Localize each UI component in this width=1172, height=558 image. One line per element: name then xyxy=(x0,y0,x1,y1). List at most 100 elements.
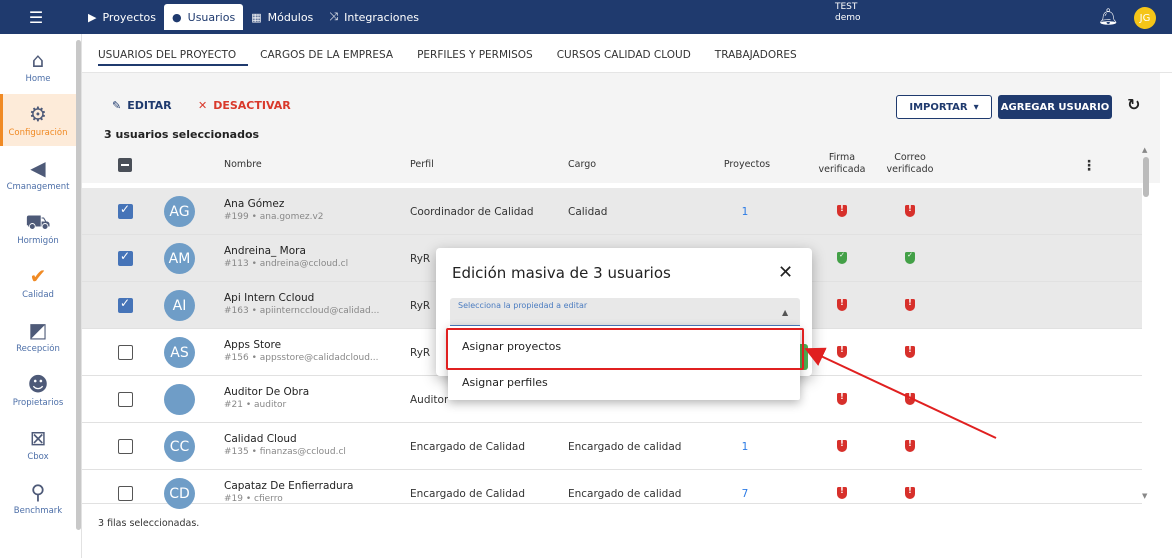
close-icon[interactable]: ✕ xyxy=(778,262,793,283)
col-correo[interactable]: Correo verificado xyxy=(880,152,940,176)
dialog-title: Edición masiva de 3 usuarios xyxy=(452,264,671,282)
tab-cursos-calidad-cloud[interactable]: CURSOS CALIDAD CLOUD xyxy=(545,44,703,66)
bell-icon[interactable]: 🔔︎ xyxy=(1098,7,1118,26)
row-checkbox[interactable] xyxy=(118,202,133,219)
table-scrollbar[interactable] xyxy=(1143,157,1149,197)
user-name: Andreina_ Mora xyxy=(224,245,306,257)
caret-up-icon: ▲ xyxy=(782,308,789,317)
table-row[interactable]: AG Ana Gómez #199 • ana.gomez.v2 Coordin… xyxy=(82,188,1142,235)
col-cargo[interactable]: Cargo xyxy=(568,159,596,171)
more-vert-icon[interactable]: ⋮ xyxy=(1082,158,1096,174)
row-checkbox[interactable] xyxy=(118,392,133,407)
sidebar-item-recepcion[interactable]: ◩ Recepción xyxy=(0,310,76,362)
tab-bar: USUARIOS DEL PROYECTO CARGOS DE LA EMPRE… xyxy=(98,44,809,72)
top-nav: ▶ Proyectos ● Usuarios ▦ Módulos ⤨ Integ… xyxy=(80,4,427,30)
caret-down-icon: ▾ xyxy=(973,101,979,113)
folder-icon: ▶ xyxy=(88,10,97,24)
grid-icon: ▦ xyxy=(251,10,262,24)
user-profile: RyR xyxy=(410,300,431,312)
user-name: Ana Gómez xyxy=(224,198,285,210)
user-profile: Encargado de Calidad xyxy=(410,488,525,500)
row-checkbox[interactable] xyxy=(118,296,133,313)
signature-unverified-icon xyxy=(837,345,847,358)
refresh-icon[interactable]: ↻ xyxy=(1127,95,1140,114)
top-bar: ☰ ▶ Proyectos ● Usuarios ▦ Módulos ⤨ Int… xyxy=(0,0,1172,34)
signature-unverified-icon xyxy=(837,486,847,499)
sidebar-item-home[interactable]: ⌂ Home xyxy=(0,40,76,92)
selected-count: 3 usuarios seleccionados xyxy=(104,128,260,141)
signature-unverified-icon xyxy=(837,298,847,311)
row-checkbox[interactable] xyxy=(118,249,133,266)
avatar: AI xyxy=(164,290,195,321)
user-sub: #156 • appsstore@calidadcloud... xyxy=(224,353,379,363)
check-chevron-icon: ✔ xyxy=(29,263,47,288)
cbox-icon: ⊠ xyxy=(29,425,47,450)
col-perfil[interactable]: Perfil xyxy=(410,159,434,171)
col-nombre[interactable]: Nombre xyxy=(224,159,262,171)
sidebar-item-propietarios[interactable]: ☻ Propietarios xyxy=(0,364,76,416)
table-row[interactable]: CC Calidad Cloud #135 • finanzas@ccloud.… xyxy=(82,423,1142,470)
avatar: AG xyxy=(164,196,195,227)
import-button[interactable]: IMPORTAR ▾ xyxy=(896,95,992,119)
sidebar-item-benchmark[interactable]: ⚲ Benchmark xyxy=(0,472,76,524)
avatar: CD xyxy=(164,478,195,509)
topnav-modulos[interactable]: ▦ Módulos xyxy=(243,4,321,30)
rows-selected-footer: 3 filas seleccionadas. xyxy=(98,518,200,529)
user-role: Calidad xyxy=(568,206,608,218)
project-count[interactable]: 1 xyxy=(732,441,758,453)
user-sub: #163 • apiinternccloud@calidad... xyxy=(224,306,380,316)
select-all-checkbox[interactable] xyxy=(118,158,132,172)
scroll-up-icon[interactable]: ▲ xyxy=(1142,146,1147,154)
project-count[interactable]: 7 xyxy=(732,488,758,500)
cmanagement-icon: ◀ xyxy=(30,155,46,180)
user-profile: RyR xyxy=(410,347,431,359)
sidebar-item-cbox[interactable]: ⊠ Cbox xyxy=(0,418,76,470)
wheelbarrow-icon: ⛟ xyxy=(25,209,51,234)
sidebar-item-configuracion[interactable]: ⚙ Configuración xyxy=(0,94,76,146)
topnav-usuarios[interactable]: ● Usuarios xyxy=(164,4,244,30)
select-label: Selecciona la propiedad a editar xyxy=(458,301,588,310)
topnav-proyectos[interactable]: ▶ Proyectos xyxy=(80,4,164,30)
email-unverified-icon xyxy=(905,298,915,311)
scroll-down-icon[interactable]: ▼ xyxy=(1142,492,1147,500)
project-sub: demo xyxy=(835,13,861,23)
user-name: Api Intern Ccloud xyxy=(224,292,315,304)
user-sub: #135 • finanzas@ccloud.cl xyxy=(224,447,346,457)
user-profile: Auditor xyxy=(410,394,449,406)
tab-usuarios-del-proyecto[interactable]: USUARIOS DEL PROYECTO xyxy=(98,44,249,66)
sidebar-item-hormigon[interactable]: ⛟ Hormigón xyxy=(0,202,76,254)
add-user-button[interactable]: AGREGAR USUARIO xyxy=(998,95,1112,119)
row-checkbox[interactable] xyxy=(118,345,133,360)
edit-button[interactable]: ✎ EDITAR xyxy=(112,99,172,112)
user-profile: RyR xyxy=(410,253,431,265)
owner-icon: ☻ xyxy=(27,371,49,396)
project-count[interactable]: 1 xyxy=(732,206,758,218)
deactivate-button[interactable]: ✕ DESACTIVAR xyxy=(198,99,291,112)
topnav-integraciones[interactable]: ⤨ Integraciones xyxy=(321,4,427,30)
user-icon: ● xyxy=(172,10,182,24)
tab-perfiles-y-permisos[interactable]: PERFILES Y PERMISOS xyxy=(405,44,545,66)
project-selector[interactable]: TEST demo xyxy=(835,2,861,24)
user-role: Encargado de calidad xyxy=(568,441,682,453)
sidebar-scrollbar[interactable] xyxy=(76,40,81,530)
shuffle-icon: ⤨ xyxy=(329,10,339,23)
sidebar-item-cmanagement[interactable]: ◀ Cmanagement xyxy=(0,148,76,200)
tab-cargos-de-la-empresa[interactable]: CARGOS DE LA EMPRESA xyxy=(248,44,405,66)
user-name: Auditor De Obra xyxy=(224,386,310,398)
user-off-icon: ✕ xyxy=(198,99,208,112)
property-select[interactable]: Selecciona la propiedad a editar ▲ xyxy=(450,298,800,326)
user-avatar[interactable]: JG xyxy=(1134,7,1156,29)
col-firma[interactable]: Firma verificada xyxy=(812,152,872,176)
row-checkbox[interactable] xyxy=(118,486,133,501)
col-proyectos[interactable]: Proyectos xyxy=(722,159,772,171)
sidebar-item-calidad[interactable]: ✔ Calidad xyxy=(0,256,76,308)
menu-icon[interactable]: ☰ xyxy=(6,4,66,30)
user-sub: #19 • cfierro xyxy=(224,494,283,504)
email-unverified-icon xyxy=(905,486,915,499)
tab-trabajadores[interactable]: TRABAJADORES xyxy=(703,44,809,66)
home-icon: ⌂ xyxy=(31,47,45,72)
user-name: Capataz De Enfierradura xyxy=(224,480,354,492)
table-row[interactable]: CD Capataz De Enfierradura #19 • cfierro… xyxy=(82,470,1142,509)
signature-unverified-icon xyxy=(837,204,847,217)
row-checkbox[interactable] xyxy=(118,439,133,454)
